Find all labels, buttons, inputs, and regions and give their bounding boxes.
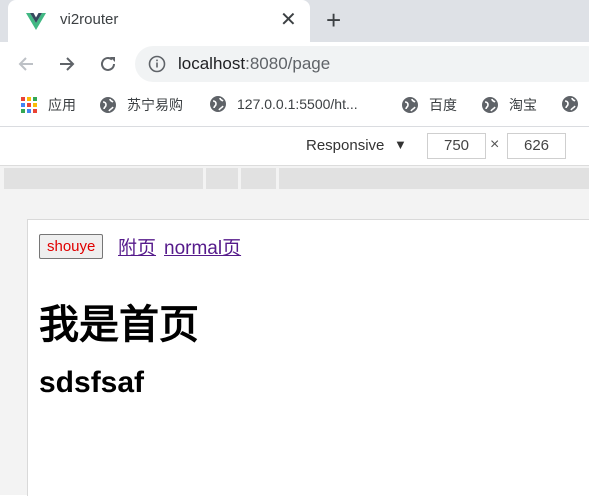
browser-tab[interactable]: vi2router ✕	[8, 0, 310, 42]
ruler-segment[interactable]	[241, 168, 276, 189]
chevron-down-icon[interactable]: ▼	[394, 137, 407, 152]
arrow-left-icon	[18, 57, 33, 71]
viewport-height-input[interactable]: 626	[507, 133, 566, 159]
link-normal[interactable]: normal页	[164, 233, 241, 260]
forward-button[interactable]	[54, 51, 80, 77]
ruler-segment[interactable]	[279, 168, 589, 189]
info-icon[interactable]	[148, 55, 166, 73]
page-heading: 我是首页	[39, 303, 199, 347]
apps-grid-icon	[21, 97, 37, 113]
url-text[interactable]: localhost:8080/page	[178, 54, 330, 74]
bookmark-label: 127.0.0.1:5500/ht...	[237, 96, 358, 112]
shouye-button[interactable]: shouye	[39, 234, 104, 259]
globe-icon	[210, 96, 226, 112]
vue-logo-icon	[26, 13, 46, 30]
browser-toolbar: localhost:8080/page	[0, 42, 589, 86]
bookmark-label: 苏宁易购	[127, 97, 183, 113]
bookmark-localhost[interactable]: 127.0.0.1:5500/ht...	[209, 95, 358, 113]
close-icon[interactable]: ✕	[280, 9, 297, 31]
url-path: :8080/page	[245, 54, 331, 73]
media-query-ruler	[0, 166, 589, 190]
bookmark-label: 淘宝	[509, 97, 537, 113]
device-mode-select[interactable]: Responsive	[306, 137, 384, 154]
reload-icon	[101, 56, 115, 71]
tab-title: vi2router	[60, 11, 119, 28]
device-toolbar: Responsive ▼ 750 × 626	[0, 127, 589, 166]
globe-icon	[482, 97, 498, 113]
globe-icon	[562, 96, 578, 112]
bookmark-label: 应用	[48, 97, 76, 113]
bookmark-taobao[interactable]: 淘宝	[481, 95, 537, 115]
arrow-right-icon	[60, 57, 75, 71]
page-viewport: shouye 附页 normal页 我是首页 sdsfsaf	[27, 219, 589, 496]
ruler-segment[interactable]	[206, 168, 238, 189]
ruler-segment[interactable]	[4, 168, 203, 189]
address-bar[interactable]: localhost:8080/page	[135, 46, 589, 82]
bookmark-suning[interactable]: 苏宁易购	[99, 95, 183, 115]
back-button[interactable]	[13, 51, 39, 77]
bookmark-label: 百度	[429, 97, 457, 113]
reload-button[interactable]	[95, 51, 121, 77]
bookmark-overflow[interactable]	[561, 95, 589, 113]
bookmarks-bar: 应用 苏宁易购 127.0.0.1:5500/ht... 百度 淘宝	[0, 86, 589, 127]
viewport-width-input[interactable]: 750	[427, 133, 486, 159]
globe-icon	[100, 97, 116, 113]
page-subheading: sdsfsaf	[39, 366, 145, 399]
tab-strip: vi2router ✕ +	[0, 0, 589, 42]
link-fuye[interactable]: 附页	[118, 233, 156, 260]
globe-icon	[402, 97, 418, 113]
bookmark-apps[interactable]: 应用	[20, 95, 76, 115]
bookmark-baidu[interactable]: 百度	[401, 95, 457, 115]
new-tab-button[interactable]: +	[326, 6, 341, 34]
url-host: localhost	[178, 54, 246, 73]
dimension-separator: ×	[490, 136, 500, 153]
